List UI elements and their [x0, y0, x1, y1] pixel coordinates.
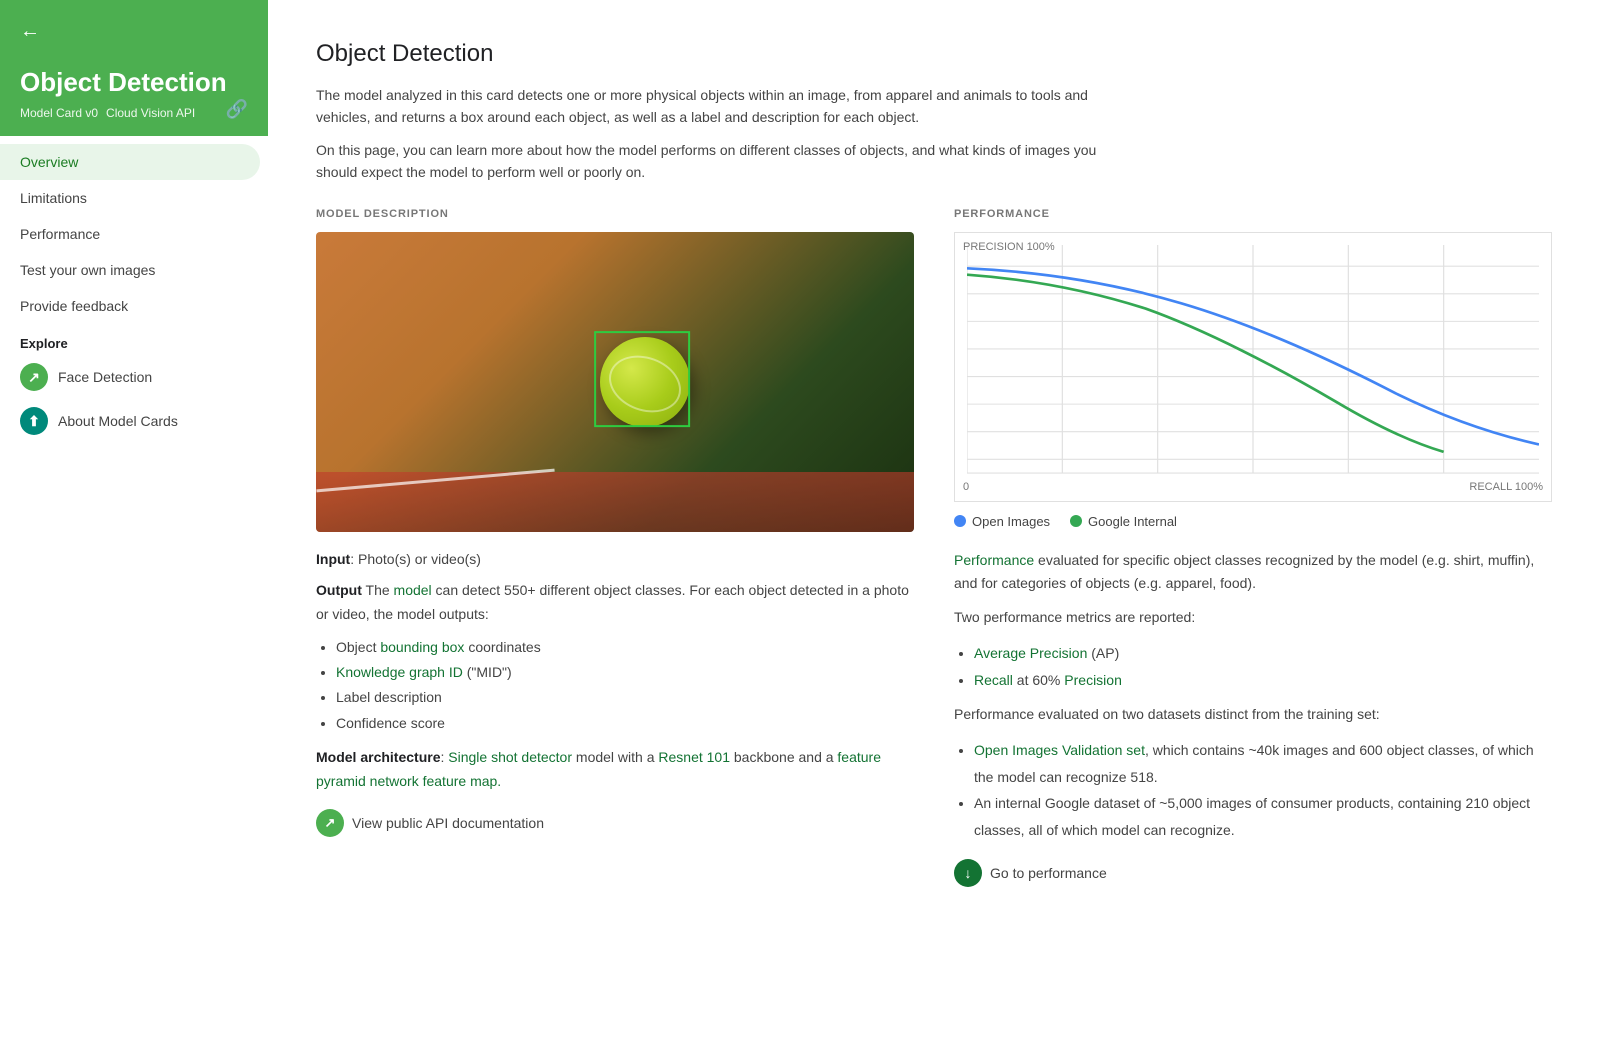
- intro-paragraph-1: The model analyzed in this card detects …: [316, 84, 1136, 129]
- legend-dot-blue: [954, 515, 966, 527]
- input-label: Input: [316, 551, 350, 567]
- precision-recall-chart: PRECISION 100% 0 RECALL 100%: [954, 232, 1552, 502]
- perf-intro-rest: evaluated for specific object classes re…: [954, 552, 1534, 592]
- goto-performance-label: Go to performance: [990, 865, 1107, 881]
- nav-performance-label: Performance: [20, 226, 100, 242]
- perf-datasets-text: Performance evaluated on two datasets di…: [954, 703, 1552, 727]
- nav-test-label: Test your own images: [20, 262, 155, 278]
- precision-link[interactable]: Precision: [1064, 672, 1122, 688]
- metric-ap: Average Precision (AP): [974, 640, 1552, 667]
- perf-dataset-list: Open Images Validation set, which contai…: [954, 737, 1552, 843]
- nav-overview-label: Overview: [20, 154, 78, 170]
- chart-legend: Open Images Google Internal: [954, 514, 1552, 529]
- nav-face-detection[interactable]: ↗ Face Detection: [0, 355, 268, 399]
- legend-dot-green: [1070, 515, 1082, 527]
- arch-line: Model architecture: Single shot detector…: [316, 746, 914, 794]
- sidebar-header: ← Object Detection Model Card v0 Cloud V…: [0, 0, 268, 136]
- api-doc-label: View public API documentation: [352, 815, 544, 831]
- nav-about-model-cards[interactable]: ⬆ About Model Cards: [0, 399, 268, 443]
- single-shot-link[interactable]: Single shot detector: [448, 749, 572, 765]
- output-text: The: [362, 582, 394, 598]
- face-detection-label: Face Detection: [58, 369, 152, 385]
- about-model-cards-icon: ⬆: [20, 407, 48, 435]
- output-bullets: Object bounding box coordinates Knowledg…: [316, 635, 914, 736]
- output-label: Output: [316, 582, 362, 598]
- perf-metrics-list: Average Precision (AP) Recall at 60% Pre…: [954, 640, 1552, 693]
- bullet-label: Label description: [336, 685, 914, 710]
- avg-precision-link[interactable]: Average Precision: [974, 645, 1087, 661]
- dataset-open-images: Open Images Validation set, which contai…: [974, 737, 1552, 790]
- main-content: Object Detection The model analyzed in t…: [268, 0, 1600, 1049]
- api-doc-icon: ↗: [316, 809, 344, 837]
- recall-link[interactable]: Recall: [974, 672, 1013, 688]
- legend-open-images-label: Open Images: [972, 514, 1050, 529]
- legend-open-images: Open Images: [954, 514, 1050, 529]
- intro-paragraph-2: On this page, you can learn more about h…: [316, 139, 1136, 184]
- chart-x-zero: 0: [963, 481, 969, 493]
- model-link[interactable]: model: [394, 582, 432, 598]
- input-text: : Photo(s) or video(s): [350, 551, 481, 567]
- nav-item-test-images[interactable]: Test your own images: [0, 252, 260, 288]
- about-model-cards-label: About Model Cards: [58, 413, 178, 429]
- legend-google-internal: Google Internal: [1070, 514, 1177, 529]
- cloud-vision-link[interactable]: Cloud Vision API: [106, 106, 195, 120]
- explore-label: Explore: [0, 324, 268, 355]
- sidebar: ← Object Detection Model Card v0 Cloud V…: [0, 0, 268, 1049]
- performance-intro-link[interactable]: Performance: [954, 552, 1034, 568]
- perf-intro-text: Performance evaluated for specific objec…: [954, 549, 1552, 597]
- nav-item-limitations[interactable]: Limitations: [0, 180, 260, 216]
- left-column: MODEL DESCRIPTION Input: Photo(s) or vid…: [316, 208, 914, 888]
- nav-limitations-label: Limitations: [20, 190, 87, 206]
- nav-section: Overview Limitations Performance Test yo…: [0, 136, 268, 1049]
- goto-performance-icon: ↓: [954, 859, 982, 887]
- api-doc-link[interactable]: ↗ View public API documentation: [316, 809, 914, 837]
- knowledge-graph-link[interactable]: Knowledge graph ID: [336, 664, 463, 680]
- right-column: PERFORMANCE PRECISION 100% 0 RECALL 100%: [954, 208, 1552, 888]
- arch-label: Model architecture: [316, 749, 440, 765]
- open-images-link[interactable]: Open Images Validation set: [974, 742, 1145, 758]
- chart-x-label: RECALL 100%: [1469, 481, 1543, 493]
- face-detection-icon: ↗: [20, 363, 48, 391]
- nav-feedback-label: Provide feedback: [20, 298, 128, 314]
- output-line: Output The model can detect 550+ differe…: [316, 579, 914, 627]
- metric-recall: Recall at 60% Precision: [974, 667, 1552, 694]
- sidebar-subtitle: Model Card v0 Cloud Vision API: [20, 106, 248, 120]
- two-metrics-text: Two performance metrics are reported:: [954, 606, 1552, 630]
- dataset-google-internal: An internal Google dataset of ~5,000 ima…: [974, 790, 1552, 843]
- detection-box: [594, 331, 690, 427]
- chart-svg: [967, 245, 1539, 489]
- nav-item-feedback[interactable]: Provide feedback: [0, 288, 260, 324]
- legend-google-label: Google Internal: [1088, 514, 1177, 529]
- model-card-link[interactable]: Model Card v0: [20, 106, 98, 120]
- back-button[interactable]: ←: [20, 20, 40, 43]
- bullet-knowledge-graph: Knowledge graph ID ("MID"): [336, 660, 914, 685]
- chart-y-label: PRECISION 100%: [963, 241, 1055, 253]
- copy-link-icon[interactable]: 🔗: [226, 99, 248, 120]
- nav-item-overview[interactable]: Overview: [0, 144, 260, 180]
- sidebar-title: Object Detection: [20, 67, 248, 98]
- performance-label: PERFORMANCE: [954, 208, 1552, 220]
- nav-item-performance[interactable]: Performance: [0, 216, 260, 252]
- page-title: Object Detection: [316, 40, 1552, 68]
- bullet-bounding-box: Object bounding box coordinates: [336, 635, 914, 660]
- input-line: Input: Photo(s) or video(s): [316, 548, 914, 572]
- model-desc-label: MODEL DESCRIPTION: [316, 208, 914, 220]
- two-column-layout: MODEL DESCRIPTION Input: Photo(s) or vid…: [316, 208, 1552, 888]
- resnet-link[interactable]: Resnet 101: [658, 749, 730, 765]
- model-image: [316, 232, 914, 532]
- bullet-confidence: Confidence score: [336, 711, 914, 736]
- goto-performance-link[interactable]: ↓ Go to performance: [954, 859, 1552, 887]
- bounding-box-link[interactable]: bounding box: [380, 639, 464, 655]
